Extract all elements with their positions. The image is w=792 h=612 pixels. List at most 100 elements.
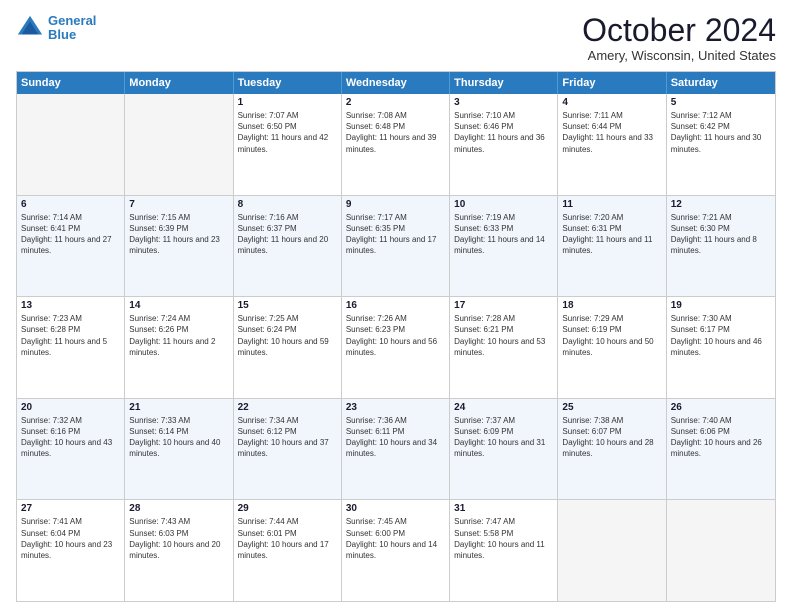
calendar-week-0: 1 Sunrise: 7:07 AMSunset: 6:50 PMDaylight… bbox=[17, 94, 775, 195]
cal-cell-w1-d5: 11Sunrise: 7:20 AMSunset: 6:31 PMDayligh… bbox=[558, 196, 666, 297]
day-number: 26 bbox=[671, 402, 771, 413]
cal-cell-w0-d0 bbox=[17, 94, 125, 195]
day-number: 22 bbox=[238, 402, 337, 413]
calendar-header: Sunday Monday Tuesday Wednesday Thursday… bbox=[17, 72, 775, 94]
calendar-week-3: 20 Sunrise: 7:32 AMSunset: 6:16 PMDayligh… bbox=[17, 398, 775, 500]
day-number: 27 bbox=[21, 503, 120, 514]
day-info: Sunrise: 7:36 AMSunset: 6:11 PMDaylight:… bbox=[346, 415, 445, 460]
day-number: 18 bbox=[562, 300, 661, 311]
calendar: Sunday Monday Tuesday Wednesday Thursday… bbox=[16, 71, 776, 602]
day-info: Sunrise: 7:07 AMSunset: 6:50 PMDaylight:… bbox=[238, 110, 337, 155]
day-info: Sunrise: 7:45 AMSunset: 6:00 PMDaylight:… bbox=[346, 516, 445, 561]
cal-cell-w1-d3: 9 Sunrise: 7:17 AMSunset: 6:35 PMDaylight… bbox=[342, 196, 450, 297]
calendar-body: 1 Sunrise: 7:07 AMSunset: 6:50 PMDaylight… bbox=[17, 94, 775, 601]
cal-cell-w3-d6: 26 Sunrise: 7:40 AMSunset: 6:06 PMDayligh… bbox=[667, 399, 775, 500]
day-info: Sunrise: 7:20 AMSunset: 6:31 PMDaylight:… bbox=[562, 212, 661, 257]
page: General Blue October 2024 Amery, Wiscons… bbox=[0, 0, 792, 612]
cal-cell-w4-d1: 28 Sunrise: 7:43 AMSunset: 6:03 PMDayligh… bbox=[125, 500, 233, 601]
day-info: Sunrise: 7:08 AMSunset: 6:48 PMDaylight:… bbox=[346, 110, 445, 155]
day-number: 8 bbox=[238, 199, 337, 210]
logo-text: General Blue bbox=[48, 14, 96, 43]
day-info: Sunrise: 7:17 AMSunset: 6:35 PMDaylight:… bbox=[346, 212, 445, 257]
day-number: 9 bbox=[346, 199, 445, 210]
cal-cell-w0-d2: 1 Sunrise: 7:07 AMSunset: 6:50 PMDaylight… bbox=[234, 94, 342, 195]
cal-cell-w2-d5: 18 Sunrise: 7:29 AMSunset: 6:19 PMDayligh… bbox=[558, 297, 666, 398]
header-sunday: Sunday bbox=[17, 72, 125, 94]
day-info: Sunrise: 7:28 AMSunset: 6:21 PMDaylight:… bbox=[454, 313, 553, 358]
header-thursday: Thursday bbox=[450, 72, 558, 94]
day-info: Sunrise: 7:30 AMSunset: 6:17 PMDaylight:… bbox=[671, 313, 771, 358]
day-info: Sunrise: 7:40 AMSunset: 6:06 PMDaylight:… bbox=[671, 415, 771, 460]
header-wednesday: Wednesday bbox=[342, 72, 450, 94]
cal-cell-w1-d1: 7Sunrise: 7:15 AMSunset: 6:39 PMDaylight… bbox=[125, 196, 233, 297]
day-info: Sunrise: 7:32 AMSunset: 6:16 PMDaylight:… bbox=[21, 415, 120, 460]
day-number: 12 bbox=[671, 199, 771, 210]
day-info: Sunrise: 7:26 AMSunset: 6:23 PMDaylight:… bbox=[346, 313, 445, 358]
cal-cell-w0-d6: 5Sunrise: 7:12 AMSunset: 6:42 PMDaylight… bbox=[667, 94, 775, 195]
cal-cell-w3-d2: 22 Sunrise: 7:34 AMSunset: 6:12 PMDayligh… bbox=[234, 399, 342, 500]
day-number: 10 bbox=[454, 199, 553, 210]
cal-cell-w3-d3: 23 Sunrise: 7:36 AMSunset: 6:11 PMDayligh… bbox=[342, 399, 450, 500]
day-number: 25 bbox=[562, 402, 661, 413]
cal-cell-w2-d6: 19 Sunrise: 7:30 AMSunset: 6:17 PMDayligh… bbox=[667, 297, 775, 398]
day-number: 17 bbox=[454, 300, 553, 311]
day-number: 6 bbox=[21, 199, 120, 210]
day-info: Sunrise: 7:29 AMSunset: 6:19 PMDaylight:… bbox=[562, 313, 661, 358]
day-number: 24 bbox=[454, 402, 553, 413]
cal-cell-w3-d4: 24 Sunrise: 7:37 AMSunset: 6:09 PMDayligh… bbox=[450, 399, 558, 500]
cal-cell-w1-d4: 10Sunrise: 7:19 AMSunset: 6:33 PMDayligh… bbox=[450, 196, 558, 297]
day-number: 1 bbox=[238, 97, 337, 108]
day-info: Sunrise: 7:25 AMSunset: 6:24 PMDaylight:… bbox=[238, 313, 337, 358]
day-number: 16 bbox=[346, 300, 445, 311]
header-monday: Monday bbox=[125, 72, 233, 94]
cal-cell-w3-d1: 21 Sunrise: 7:33 AMSunset: 6:14 PMDayligh… bbox=[125, 399, 233, 500]
day-number: 19 bbox=[671, 300, 771, 311]
day-number: 21 bbox=[129, 402, 228, 413]
day-number: 14 bbox=[129, 300, 228, 311]
cal-cell-w4-d0: 27 Sunrise: 7:41 AMSunset: 6:04 PMDayligh… bbox=[17, 500, 125, 601]
day-number: 7 bbox=[129, 199, 228, 210]
day-info: Sunrise: 7:38 AMSunset: 6:07 PMDaylight:… bbox=[562, 415, 661, 460]
cal-cell-w2-d1: 14 Sunrise: 7:24 AMSunset: 6:26 PMDayligh… bbox=[125, 297, 233, 398]
day-number: 31 bbox=[454, 503, 553, 514]
day-number: 13 bbox=[21, 300, 120, 311]
month-title: October 2024 bbox=[582, 14, 776, 46]
day-info: Sunrise: 7:24 AMSunset: 6:26 PMDaylight:… bbox=[129, 313, 228, 358]
day-info: Sunrise: 7:34 AMSunset: 6:12 PMDaylight:… bbox=[238, 415, 337, 460]
cal-cell-w4-d5 bbox=[558, 500, 666, 601]
header-tuesday: Tuesday bbox=[234, 72, 342, 94]
cal-cell-w1-d6: 12 Sunrise: 7:21 AMSunset: 6:30 PMDayligh… bbox=[667, 196, 775, 297]
calendar-week-2: 13 Sunrise: 7:23 AMSunset: 6:28 PMDayligh… bbox=[17, 296, 775, 398]
cal-cell-w1-d0: 6 Sunrise: 7:14 AMSunset: 6:41 PMDaylight… bbox=[17, 196, 125, 297]
logo: General Blue bbox=[16, 14, 96, 43]
day-info: Sunrise: 7:43 AMSunset: 6:03 PMDaylight:… bbox=[129, 516, 228, 561]
day-number: 15 bbox=[238, 300, 337, 311]
day-info: Sunrise: 7:33 AMSunset: 6:14 PMDaylight:… bbox=[129, 415, 228, 460]
cal-cell-w0-d1 bbox=[125, 94, 233, 195]
cal-cell-w4-d2: 29Sunrise: 7:44 AMSunset: 6:01 PMDayligh… bbox=[234, 500, 342, 601]
day-info: Sunrise: 7:21 AMSunset: 6:30 PMDaylight:… bbox=[671, 212, 771, 257]
day-info: Sunrise: 7:14 AMSunset: 6:41 PMDaylight:… bbox=[21, 212, 120, 257]
day-info: Sunrise: 7:37 AMSunset: 6:09 PMDaylight:… bbox=[454, 415, 553, 460]
cal-cell-w0-d5: 4Sunrise: 7:11 AMSunset: 6:44 PMDaylight… bbox=[558, 94, 666, 195]
cal-cell-w2-d3: 16 Sunrise: 7:26 AMSunset: 6:23 PMDayligh… bbox=[342, 297, 450, 398]
cal-cell-w2-d0: 13 Sunrise: 7:23 AMSunset: 6:28 PMDayligh… bbox=[17, 297, 125, 398]
day-number: 30 bbox=[346, 503, 445, 514]
calendar-week-1: 6 Sunrise: 7:14 AMSunset: 6:41 PMDaylight… bbox=[17, 195, 775, 297]
logo-line1: General bbox=[48, 13, 96, 28]
logo-icon bbox=[16, 14, 44, 42]
day-info: Sunrise: 7:11 AMSunset: 6:44 PMDaylight:… bbox=[562, 110, 661, 155]
day-info: Sunrise: 7:23 AMSunset: 6:28 PMDaylight:… bbox=[21, 313, 120, 358]
day-number: 28 bbox=[129, 503, 228, 514]
cal-cell-w4-d4: 31 Sunrise: 7:47 AMSunset: 5:58 PMDayligh… bbox=[450, 500, 558, 601]
day-number: 23 bbox=[346, 402, 445, 413]
day-number: 20 bbox=[21, 402, 120, 413]
day-number: 3 bbox=[454, 97, 553, 108]
cal-cell-w2-d2: 15 Sunrise: 7:25 AMSunset: 6:24 PMDayligh… bbox=[234, 297, 342, 398]
cal-cell-w0-d4: 3Sunrise: 7:10 AMSunset: 6:46 PMDaylight… bbox=[450, 94, 558, 195]
cal-cell-w3-d0: 20 Sunrise: 7:32 AMSunset: 6:16 PMDayligh… bbox=[17, 399, 125, 500]
day-info: Sunrise: 7:47 AMSunset: 5:58 PMDaylight:… bbox=[454, 516, 553, 561]
day-info: Sunrise: 7:41 AMSunset: 6:04 PMDaylight:… bbox=[21, 516, 120, 561]
title-block: October 2024 Amery, Wisconsin, United St… bbox=[582, 14, 776, 63]
day-info: Sunrise: 7:16 AMSunset: 6:37 PMDaylight:… bbox=[238, 212, 337, 257]
